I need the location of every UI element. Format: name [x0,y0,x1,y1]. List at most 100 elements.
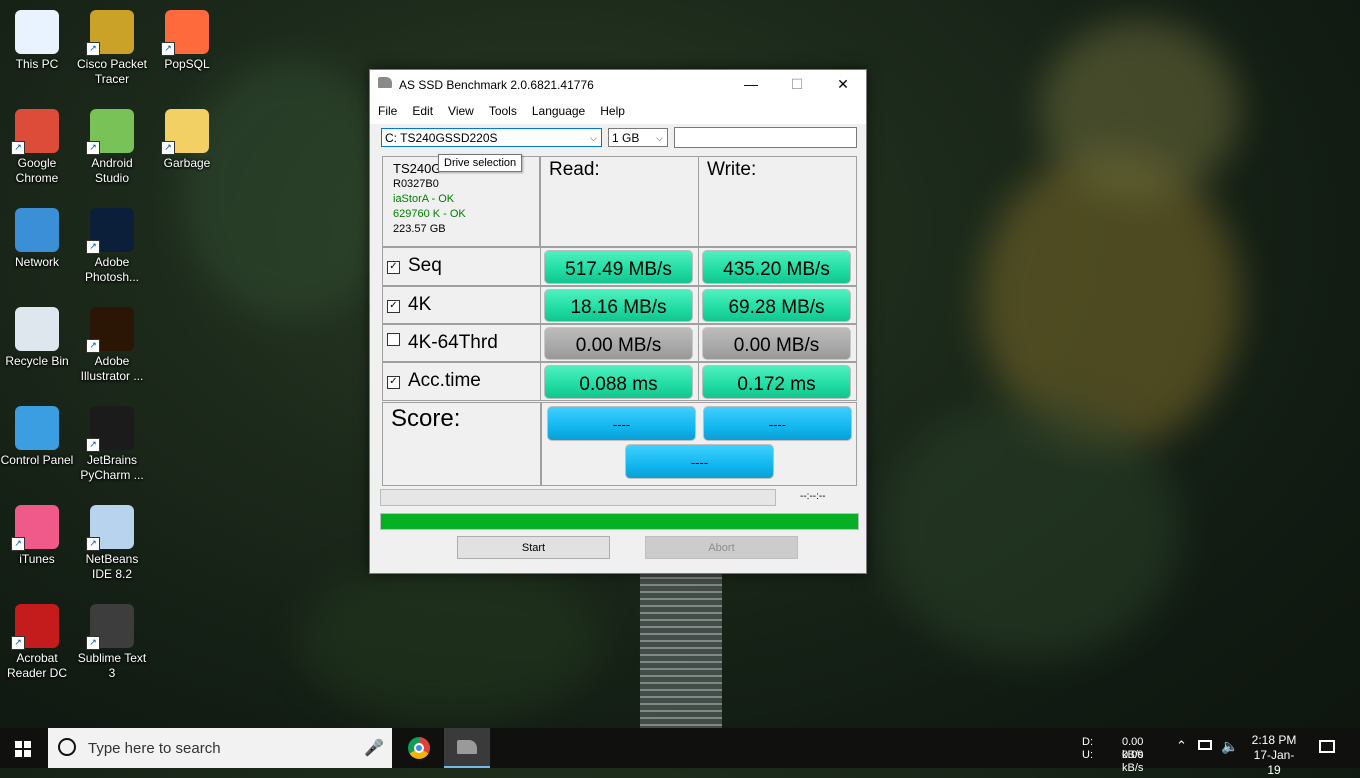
taskbar: Type here to search 🎤 D: 0.00 kB/s U: 0.00… [0,728,1360,777]
desktop-icon-photoshop[interactable]: ↗ Adobe Photosh... [75,208,149,285]
drive-capacity: 223.57 GB [393,223,446,235]
menu-file[interactable]: File [370,98,404,118]
shortcut-arrow-icon: ↗ [11,141,25,155]
desktop-icon-popsql[interactable]: ↗ PopSQL [150,10,224,72]
desktop-icon-itunes[interactable]: ↗ iTunes [0,505,74,567]
network-icon [15,208,59,252]
action-center-icon[interactable] [1319,740,1335,753]
info-text-field[interactable] [674,127,857,148]
elapsed-time: --:--:-- [800,491,826,502]
search-placeholder: Type here to search [88,740,221,757]
test-read-result: 517.49 MB/s [544,250,693,284]
shortcut-arrow-icon: ↗ [161,141,175,155]
size-select[interactable]: 1 GB ⌵ [608,128,668,147]
test-checkbox[interactable]: ✓ [387,261,400,274]
read-header: Read: [549,159,600,180]
chevron-down-icon: ⌵ [590,133,597,143]
desktop-icon-cisco-packet-tracer[interactable]: ↗ Cisco Packet Tracer [75,10,149,87]
shortcut-arrow-icon: ↗ [11,636,25,650]
cisco-packet-tracer-icon: ↗ [86,10,134,56]
test-read-result: 0.00 MB/s [544,327,693,360]
test-read-cell: 0.088 ms [540,362,699,401]
volume-icon[interactable]: 🔈 [1221,738,1238,755]
score-read: ---- [547,406,696,441]
score-header: Score: [391,405,461,432]
desktop-icon-label: PopSQL [164,57,210,71]
test-write-cell: 69.28 MB/s [698,286,857,324]
minimize-button[interactable]: — [728,70,774,98]
desktop-icon-acrobat[interactable]: ↗ Acrobat Reader DC [0,604,74,681]
shortcut-arrow-icon: ↗ [86,537,100,551]
test-row-label-cell: 4K-64Thrd [382,324,541,362]
desktop-icon-android-studio[interactable]: ↗ Android Studio [75,109,149,186]
driver-status: iaStorA - OK [393,193,455,205]
desktop-icon-pycharm[interactable]: ↗ JetBrains PyCharm ... [75,406,149,483]
read-header-cell: Read: [540,156,699,247]
as-ssd-icon [378,77,392,88]
total-progress-bar [380,513,859,530]
download-label: D: [1082,736,1093,748]
score-write: ---- [703,406,852,441]
drive-select[interactable]: C: TS240GSSD220S ⌵ [381,128,602,147]
taskbar-chrome[interactable] [396,728,442,768]
as-ssd-window: AS SSD Benchmark 2.0.6821.41776 — ☐ ✕ Fi… [369,69,867,574]
alignment-status: 629760 K - OK [393,208,466,220]
test-checkbox[interactable]: ✓ [387,300,400,313]
drive-firmware: R0327B0 [393,178,439,190]
desktop-icon-netbeans[interactable]: ↗ NetBeans IDE 8.2 [75,505,149,582]
test-row-label[interactable]: ✓ Acc.time [387,370,481,392]
test-row-label-cell: ✓ Seq [382,247,541,286]
desktop-icon-chrome[interactable]: ↗ Google Chrome [0,109,74,186]
title-bar[interactable]: AS SSD Benchmark 2.0.6821.41776 — ☐ ✕ [370,70,866,98]
menu-tools[interactable]: Tools [481,98,524,118]
network-icon[interactable] [1198,740,1212,750]
desktop-icon-folder[interactable]: ↗ Garbage [150,109,224,171]
this-pc-icon [15,10,59,54]
desktop-icon-sublime-text[interactable]: ↗ Sublime Text 3 [75,604,149,681]
window-title: AS SSD Benchmark 2.0.6821.41776 [399,78,594,92]
menu-edit[interactable]: Edit [404,98,440,118]
maximize-button[interactable]: ☐ [774,70,820,98]
search-icon [58,738,76,756]
shortcut-arrow-icon: ↗ [11,537,25,551]
sublime-text-icon: ↗ [86,604,134,650]
test-name: 4K [408,294,432,315]
test-name: 4K-64Thrd [408,332,498,353]
desktop-icon-illustrator[interactable]: ↗ Adobe Illustrator ... [75,307,149,384]
microphone-icon[interactable]: 🎤 [364,738,384,758]
close-button[interactable]: ✕ [820,70,866,98]
test-row-label[interactable]: ✓ 4K [387,294,431,316]
chrome-icon [408,737,430,759]
test-write-cell: 0.00 MB/s [698,324,857,362]
clock[interactable]: 2:18 PM 17-Jan-19 [1248,733,1300,778]
test-write-cell: 435.20 MB/s [698,247,857,286]
desktop-icon-network[interactable]: Network [0,208,74,270]
desktop-icon-recycle-bin[interactable]: Recycle Bin [0,307,74,369]
desktop-icon-control-panel[interactable]: Control Panel [0,406,74,468]
taskbar-search-box[interactable]: Type here to search 🎤 [48,728,392,768]
test-row-label[interactable]: 4K-64Thrd [387,332,498,354]
write-header-cell: Write: [698,156,857,247]
desktop-icon-label: Adobe Illustrator ... [80,354,144,383]
desktop-icon-label: iTunes [19,552,55,566]
test-checkbox[interactable] [387,333,400,346]
test-checkbox[interactable]: ✓ [387,376,400,389]
menu-language[interactable]: Language [524,98,592,118]
test-row-label[interactable]: ✓ Seq [387,255,442,277]
write-header: Write: [707,159,757,180]
popsql-icon: ↗ [161,10,209,56]
abort-button[interactable]: Abort [645,536,798,559]
chrome-icon: ↗ [11,109,59,155]
menu-view[interactable]: View [440,98,481,118]
test-write-result: 0.172 ms [702,365,851,399]
desktop-icon-label: Control Panel [0,453,74,467]
menu-bar: File Edit View Tools Language Help [370,98,866,124]
desktop-icon-label: Sublime Text 3 [77,651,147,680]
start-button[interactable]: Start [457,536,610,559]
chevron-up-icon[interactable]: ⌃ [1176,738,1187,754]
desktop-icon-label: Cisco Packet Tracer [76,57,148,86]
windows-start-icon[interactable] [15,741,31,757]
desktop-icon-this-pc[interactable]: This PC [0,10,74,72]
taskbar-as-ssd[interactable] [444,728,490,768]
menu-help[interactable]: Help [592,98,632,118]
